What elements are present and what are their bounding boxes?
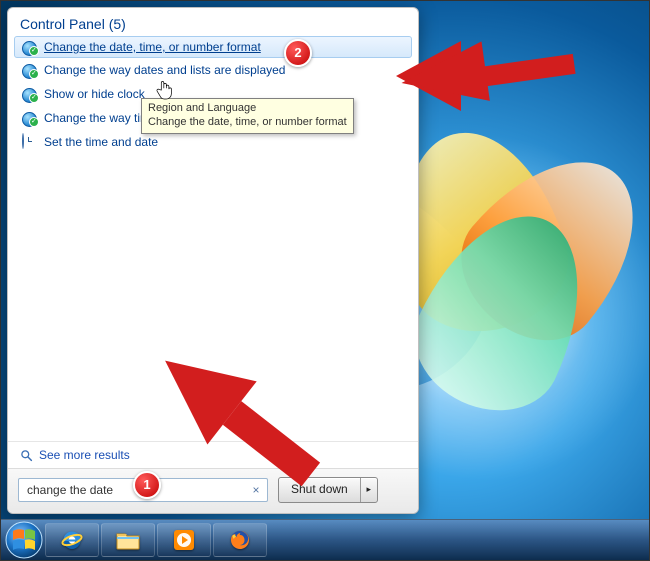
result-change-dates-lists-display[interactable]: Change the way dates and lists are displ…: [14, 58, 412, 82]
shutdown-button[interactable]: Shut down: [279, 478, 361, 502]
start-button[interactable]: [3, 519, 45, 561]
see-more-results-link[interactable]: See more results: [8, 441, 418, 468]
shutdown-split-button[interactable]: Shut down ▸: [278, 477, 378, 503]
annotation-badge-1: 1: [133, 471, 161, 499]
ie-icon: [61, 529, 83, 551]
tooltip: Region and Language Change the date, tim…: [141, 98, 354, 134]
result-label: Set the time and date: [44, 135, 158, 149]
region-icon: [22, 110, 38, 126]
results-list: Change the date, time, or number format …: [8, 36, 418, 441]
clock-icon: [22, 134, 38, 150]
see-more-label: See more results: [39, 448, 130, 462]
result-label: Show or hide clock: [44, 87, 145, 101]
tooltip-title: Region and Language: [148, 102, 347, 116]
results-header: Control Panel (5): [8, 8, 418, 36]
result-change-date-time-number-format[interactable]: Change the date, time, or number format: [14, 36, 412, 58]
shutdown-menu-arrow[interactable]: ▸: [361, 478, 377, 502]
taskbar-firefox[interactable]: [213, 523, 267, 557]
annotation-badge-2: 2: [284, 39, 312, 67]
firefox-icon: [229, 529, 251, 551]
tooltip-subtitle: Change the date, time, or number format: [148, 116, 347, 130]
result-label: Change the way dates and lists are displ…: [44, 63, 285, 77]
clear-search-button[interactable]: ×: [249, 483, 263, 497]
taskbar: [1, 519, 649, 560]
region-icon: [22, 62, 38, 78]
taskbar-internet-explorer[interactable]: [45, 523, 99, 557]
start-menu: Control Panel (5) Change the date, time,…: [7, 7, 419, 514]
taskbar-media-player[interactable]: [157, 523, 211, 557]
windows-orb-icon: [4, 520, 44, 560]
wmp-icon: [173, 529, 195, 551]
result-set-time-and-date[interactable]: Set the time and date: [14, 130, 412, 154]
region-icon: [22, 39, 38, 55]
region-icon: [22, 86, 38, 102]
search-icon: [20, 449, 33, 462]
start-menu-footer: × Shut down ▸: [8, 468, 418, 513]
result-label: Change the date, time, or number format: [44, 40, 261, 54]
taskbar-explorer[interactable]: [101, 523, 155, 557]
folder-icon: [116, 530, 140, 550]
